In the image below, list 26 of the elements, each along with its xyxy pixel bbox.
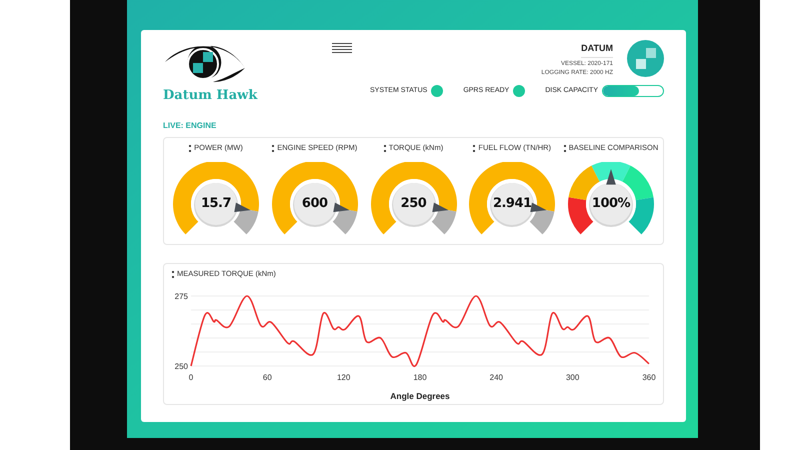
gauge-value: 100% [590,195,632,213]
y-tick-label: 275 [174,292,188,301]
account-name: DATUM [581,44,613,58]
x-tick-label: 180 [413,373,427,382]
drag-handle-icon[interactable] [172,270,175,278]
section-label: LIVE: ENGINE [163,122,218,130]
drag-handle-icon[interactable] [272,144,276,152]
brand-name: Datum Hawk [163,89,258,102]
x-tick-label: 300 [566,373,580,382]
x-tick-label: 240 [490,373,504,382]
x-axis-title: Angle Degrees [390,391,450,401]
y-tick-label: 250 [174,362,188,371]
drag-handle-icon[interactable] [473,144,476,152]
avatar-icon[interactable] [627,40,664,77]
drag-handle-icon[interactable] [564,144,567,152]
gauge-value: 2.941 [492,195,533,213]
gauge-value: 250 [400,195,428,213]
x-tick-label: 0 [188,373,194,382]
gauge-value: 600 [300,195,329,213]
drag-handle-icon[interactable] [384,144,387,152]
gauge-value: 15.7 [200,195,232,213]
x-tick-label: 120 [336,373,350,382]
x-tick-label: 60 [262,373,272,382]
drag-handle-icon[interactable] [189,144,192,152]
x-tick-label: 360 [642,373,656,382]
menu-icon[interactable] [332,43,352,53]
